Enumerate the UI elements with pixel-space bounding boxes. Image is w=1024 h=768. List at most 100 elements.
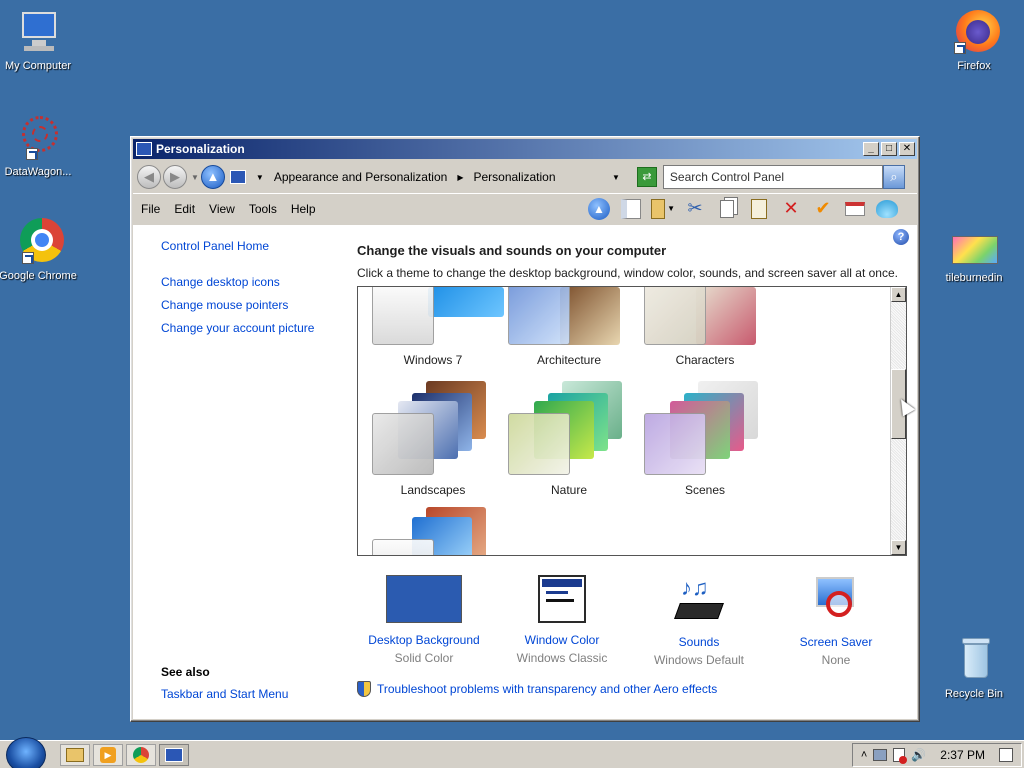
address-bar: ◀ ▶ ▼ ▲ ▼ Appearance and Personalization… (133, 161, 917, 193)
help-icon[interactable]: ? (893, 229, 909, 245)
back-button[interactable]: ◀ (137, 165, 161, 189)
datawagon-icon (14, 114, 62, 162)
theme-glass-preview (372, 413, 434, 475)
title-bar[interactable]: Personalization _ □ ✕ (133, 139, 917, 159)
folder-options-icon[interactable]: ▼ (651, 197, 675, 221)
desktop-icon-label: tileburnedin (945, 272, 1003, 284)
delete-icon[interactable]: ✕ (779, 197, 803, 221)
theme-label: Nature (550, 483, 588, 497)
maximize-button[interactable]: □ (881, 142, 897, 156)
history-dropdown-icon[interactable]: ▼ (191, 173, 199, 182)
up-button[interactable]: ▲ (200, 165, 225, 189)
show-hidden-icons-icon[interactable]: ˄ (861, 749, 867, 761)
theme-nature[interactable]: Nature (504, 381, 634, 501)
solid-color-swatch-icon (386, 575, 462, 623)
address-dropdown-icon[interactable]: ▼ (612, 173, 620, 182)
screen-saver-label[interactable]: Screen Saver (769, 635, 903, 649)
theme-glass-preview (372, 287, 434, 345)
theme-glass-preview (644, 287, 706, 345)
paste-icon[interactable] (747, 197, 771, 221)
control-panel-home-link[interactable]: Control Panel Home (161, 239, 331, 253)
theme-unnamed[interactable] (368, 507, 498, 555)
minimize-button[interactable]: _ (863, 142, 879, 156)
change-desktop-icons-link[interactable]: Change desktop icons (161, 275, 331, 289)
cut-icon[interactable]: ✂ (683, 197, 707, 221)
computer-icon (14, 8, 62, 56)
sounds-label[interactable]: Sounds (632, 635, 766, 649)
checkmark-icon[interactable]: ✔ (811, 197, 835, 221)
taskbar-media-player-icon[interactable]: ▶ (93, 743, 123, 766)
left-task-pane: Control Panel Home Change desktop icons … (161, 239, 331, 344)
shortcut-arrow-icon (26, 148, 38, 160)
theme-list-scrollbar[interactable]: ▲ ▼ (890, 287, 906, 555)
scroll-down-arrow-icon[interactable]: ▼ (891, 540, 906, 555)
sounds-value: Windows Default (653, 653, 745, 667)
desktop-icon-firefox[interactable]: Firefox (932, 8, 1016, 72)
desktop-background-item[interactable]: Desktop Background Solid Color (357, 575, 491, 665)
window-color-label[interactable]: Window Color (495, 633, 629, 647)
search-icon[interactable]: ⌕ (882, 165, 905, 189)
desktop-icon-datawagon[interactable]: DataWagon... (0, 114, 80, 178)
desktop-icon-tileburnedin[interactable]: tileburnedin (932, 236, 1016, 284)
properties-icon[interactable] (843, 197, 867, 221)
shield-icon (357, 681, 371, 697)
sounds-item[interactable]: ♪♫ Sounds Windows Default (632, 575, 766, 668)
breadcrumb-item-appearance[interactable]: Appearance and Personalization (274, 170, 447, 184)
troubleshoot-label[interactable]: Troubleshoot problems with transparency … (377, 682, 717, 696)
refresh-button[interactable]: ⇄ (636, 167, 657, 187)
menu-help[interactable]: Help (291, 202, 316, 216)
firefox-icon (950, 8, 1000, 56)
forward-button[interactable]: ▶ (163, 165, 187, 189)
desktop-icon-label: My Computer (4, 60, 72, 72)
screen-saver-icon (812, 575, 860, 625)
up-arrow-icon[interactable]: ▲ (587, 197, 611, 221)
menu-file[interactable]: File (141, 202, 160, 216)
screen-saver-value: None (821, 653, 851, 667)
menu-edit[interactable]: Edit (174, 202, 195, 216)
show-desktop-icon[interactable] (999, 747, 1013, 762)
taskbar: ▶ ˄ 🔊 2:37 PM (0, 736, 1024, 768)
breadcrumb[interactable]: ▼ Appearance and Personalization ▶ Perso… (226, 165, 631, 189)
close-button[interactable]: ✕ (899, 142, 915, 156)
desktop-icon-my-computer[interactable]: My Computer (0, 8, 80, 72)
window-color-value: Windows Classic (516, 651, 608, 665)
copy-icon[interactable] (715, 197, 739, 221)
desktop-icon-label: Recycle Bin (944, 688, 1004, 700)
taskbar-explorer-icon[interactable] (60, 743, 90, 766)
volume-icon[interactable]: 🔊 (911, 748, 926, 762)
chrome-icon (14, 218, 64, 266)
clock[interactable]: 2:37 PM (940, 748, 985, 762)
troubleshoot-link[interactable]: Troubleshoot problems with transparency … (357, 681, 717, 697)
desktop-background-label[interactable]: Desktop Background (357, 633, 491, 647)
screen-saver-item[interactable]: Screen Saver None (769, 575, 903, 667)
taskbar-control-panel-icon[interactable] (159, 743, 189, 766)
window-color-icon (538, 575, 586, 623)
menu-view[interactable]: View (209, 202, 235, 216)
scroll-up-arrow-icon[interactable]: ▲ (891, 287, 906, 302)
desktop-icon-google-chrome[interactable]: Google Chrome (0, 218, 80, 282)
shell-icon[interactable] (875, 197, 899, 221)
theme-landscapes[interactable]: Landscapes (368, 381, 498, 501)
action-center-icon[interactable] (893, 747, 908, 764)
image-file-icon (950, 236, 998, 268)
see-also-title: See also (161, 665, 210, 679)
taskbar-chrome-icon[interactable] (126, 743, 156, 766)
theme-scenes[interactable]: Scenes (640, 381, 770, 501)
search-input[interactable]: Search Control Panel (662, 165, 883, 189)
change-account-picture-link[interactable]: Change your account picture (161, 321, 331, 335)
breadcrumb-item-personalization[interactable]: Personalization (473, 170, 555, 184)
desktop-icon-recycle-bin[interactable]: Recycle Bin (932, 636, 1016, 700)
network-icon[interactable] (873, 748, 888, 761)
window-color-item[interactable]: Window Color Windows Classic (495, 575, 629, 665)
start-button[interactable] (0, 736, 50, 768)
personalize-settings: Desktop Background Solid Color Window Co… (357, 575, 907, 668)
menu-tools[interactable]: Tools (249, 202, 277, 216)
panes-icon[interactable] (619, 197, 643, 221)
shortcut-arrow-icon (954, 42, 966, 54)
breadcrumb-separator-icon[interactable]: ▼ (256, 173, 264, 182)
desktop-background-value: Solid Color (394, 651, 454, 665)
breadcrumb-separator-icon[interactable]: ▶ (457, 173, 463, 182)
change-mouse-pointers-link[interactable]: Change mouse pointers (161, 298, 331, 312)
theme-label: Architecture (536, 353, 602, 367)
taskbar-start-menu-link[interactable]: Taskbar and Start Menu (161, 687, 288, 701)
